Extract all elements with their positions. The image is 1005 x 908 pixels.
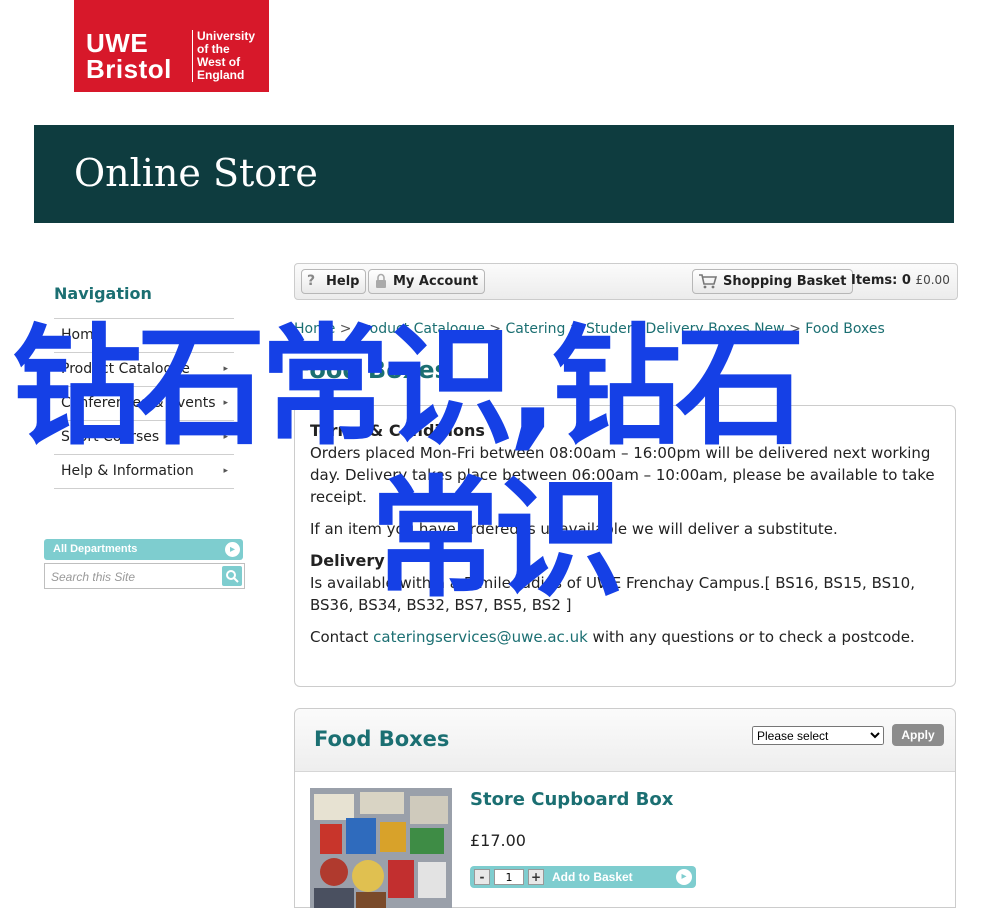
grocery-items-image (310, 788, 452, 908)
items-total: £0.00 (915, 273, 950, 287)
contact-suffix: with any questions or to check a postcod… (587, 628, 915, 646)
navigation-heading: Navigation (54, 284, 152, 303)
breadcrumb-separator: > (489, 321, 502, 337)
chevron-right-icon: ▸ (223, 364, 228, 374)
chevron-right-icon: ▸ (223, 466, 228, 476)
items-label: Items: (851, 273, 898, 288)
my-account-button[interactable]: My Account (368, 269, 486, 294)
shopping-basket-label: Shopping Basket (723, 274, 847, 289)
breadcrumb: Home > Product Catalogue > Catering > St… (294, 321, 885, 337)
question-icon: ? (307, 273, 316, 289)
nav-item-home[interactable]: Home (54, 319, 234, 353)
nav-item-label: Help & Information (61, 463, 194, 479)
apply-button[interactable]: Apply (892, 724, 944, 746)
food-boxes-title: Food Boxes (314, 727, 450, 751)
nav-item-short-courses[interactable]: Short Courses ▸ (54, 421, 234, 455)
search-button[interactable] (222, 566, 242, 586)
uwe-bristol-logo[interactable]: UWE Bristol University of the West of En… (74, 0, 269, 92)
help-button[interactable]: ? Help (301, 269, 367, 294)
substitute-text: If an item you have ordered is unavailab… (310, 520, 838, 538)
food-boxes-header: Food Boxes Please select Apply (295, 709, 955, 772)
nav-item-product-catalogue[interactable]: Product Catalogue ▸ (54, 353, 234, 387)
delivery-heading: Delivery (310, 551, 385, 570)
cart-icon (699, 274, 718, 289)
chevron-right-icon: ▸ (223, 432, 228, 442)
nav-item-help-information[interactable]: Help & Information ▸ (54, 455, 234, 489)
store-toolbar: ? Help My Account Shopping Basket Items:… (294, 263, 958, 300)
logo-brand-line2: Bristol (86, 54, 172, 84)
contact-email-link[interactable]: cateringservices@uwe.ac.uk (373, 628, 588, 646)
logo-divider (192, 30, 193, 82)
all-departments-dropdown[interactable]: All Departments ▸ (44, 539, 243, 560)
food-boxes-panel: Food Boxes Please select Apply Store Cup… (294, 708, 956, 908)
items-count: 0 (901, 273, 911, 288)
logo-wordmark: UWE Bristol (86, 30, 172, 82)
logo-uni-line4: England (197, 68, 245, 82)
breadcrumb-link-product-catalogue[interactable]: Product Catalogue (356, 321, 485, 337)
quantity-increase-button[interactable]: + (528, 869, 544, 885)
search-icon (226, 570, 239, 583)
chevron-right-icon: ▸ (223, 398, 228, 408)
nav-item-label: Home (61, 327, 103, 343)
terms-info-panel: Terms & Conditions Orders placed Mon-Fri… (294, 405, 956, 687)
logo-university-text: University of the West of England (197, 30, 255, 82)
add-to-basket-bar: - + Add to Basket ▸ (470, 866, 696, 888)
quantity-input[interactable] (494, 869, 524, 885)
terms-heading: Terms & Conditions (310, 421, 485, 440)
sort-select[interactable]: Please select (752, 726, 884, 745)
my-account-label: My Account (393, 274, 479, 289)
page-title: Food Boxes (294, 356, 449, 384)
breadcrumb-separator: > (339, 321, 352, 337)
contact-text: Contact cateringservices@uwe.ac.uk with … (310, 626, 940, 648)
product-image[interactable] (310, 788, 452, 908)
terms-text: Orders placed Mon-Fri between 08:00am – … (310, 444, 935, 506)
quantity-decrease-button[interactable]: - (474, 869, 490, 885)
nav-item-label: Short Courses (61, 429, 160, 445)
site-search (44, 563, 245, 589)
lock-icon (376, 273, 386, 288)
breadcrumb-separator: > (789, 321, 801, 337)
product-name-link[interactable]: Store Cupboard Box (470, 789, 673, 810)
search-input[interactable] (49, 566, 223, 588)
add-to-basket-button[interactable]: Add to Basket (552, 870, 633, 884)
shopping-basket-button[interactable]: Shopping Basket (692, 269, 854, 294)
page-banner-title: Online Store (74, 151, 318, 195)
breadcrumb-link-home[interactable]: Home (294, 321, 335, 337)
basket-summary: Items: 0 £0.00 (851, 273, 950, 288)
header-banner: Online Store (34, 125, 954, 223)
all-departments-label: All Departments (53, 543, 138, 555)
arrow-right-icon: ▸ (225, 542, 240, 557)
product-price: £17.00 (470, 831, 526, 850)
help-button-label: Help (326, 274, 360, 289)
delivery-text: Is available within a 5-mile radius of U… (310, 574, 915, 614)
navigation-list: Home Product Catalogue ▸ Conferences & Ev… (54, 318, 234, 489)
nav-item-label: Conferences & Events (61, 395, 216, 411)
arrow-right-icon: ▸ (676, 869, 692, 885)
breadcrumb-link-food-boxes[interactable]: Food Boxes (805, 321, 885, 337)
breadcrumb-link-student-delivery-boxes[interactable]: Student Delivery Boxes New (586, 321, 785, 337)
breadcrumb-separator: > (569, 321, 582, 337)
breadcrumb-link-catering[interactable]: Catering (505, 321, 565, 337)
logo-brand-line1: UWE (86, 28, 149, 58)
nav-item-conferences-events[interactable]: Conferences & Events ▸ (54, 387, 234, 421)
nav-item-label: Product Catalogue (61, 361, 190, 377)
contact-prefix: Contact (310, 628, 374, 646)
